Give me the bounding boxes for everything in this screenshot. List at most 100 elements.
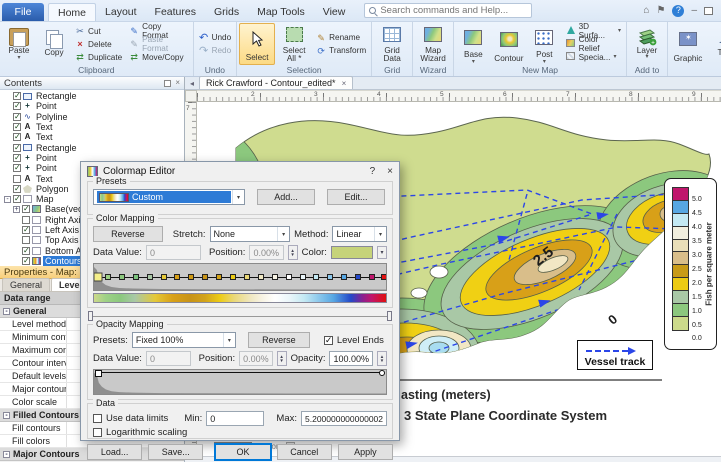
- add-preset-button[interactable]: Add...: [257, 189, 315, 205]
- document-tab[interactable]: Rick Crawford - Contour_edited* ×: [199, 76, 353, 89]
- chevron-down-icon[interactable]: ▾: [377, 246, 387, 259]
- restore-icon[interactable]: [704, 7, 713, 15]
- colormap-node[interactable]: [119, 274, 125, 280]
- undo-button[interactable]: ↶Undo: [196, 32, 235, 44]
- visibility-checkbox[interactable]: [13, 164, 21, 172]
- reverse-opacity-button[interactable]: Reverse: [248, 332, 310, 348]
- opacity-data-value-field[interactable]: 0: [146, 351, 191, 366]
- tab-grids[interactable]: Grids: [205, 3, 248, 21]
- visibility-checkbox[interactable]: [13, 144, 21, 152]
- colormap-node[interactable]: [161, 274, 167, 280]
- contour-map-button[interactable]: Contour: [492, 23, 526, 65]
- colormap-node[interactable]: [94, 273, 103, 282]
- visibility-checkbox[interactable]: [22, 216, 30, 224]
- paste-format-button[interactable]: ✎Paste Format: [126, 38, 190, 50]
- expander-icon[interactable]: -: [4, 196, 11, 203]
- close-icon[interactable]: ×: [175, 79, 180, 87]
- colormap-node[interactable]: [202, 274, 208, 280]
- position-field[interactable]: 0.00%: [249, 245, 283, 260]
- spinner-icon[interactable]: ▲▼: [288, 245, 298, 260]
- method-combo[interactable]: Linear ▾: [332, 226, 387, 242]
- tree-item-rectangle[interactable]: Rectangle: [0, 142, 184, 152]
- colormap-node[interactable]: [147, 274, 153, 280]
- move-copy-button[interactable]: ⇄Move/Copy: [126, 51, 190, 63]
- colormap-node[interactable]: [272, 274, 278, 280]
- presets-combo[interactable]: Custom ▾: [93, 189, 245, 205]
- visibility-checkbox[interactable]: [13, 92, 21, 100]
- transform-button[interactable]: ⟳Transform: [313, 45, 369, 57]
- opacity-value-field[interactable]: 100.00%: [329, 351, 373, 366]
- map-wizard-button[interactable]: Map Wizard: [415, 23, 451, 65]
- max-field[interactable]: 5.200000000000002: [301, 411, 387, 426]
- duplicate-button[interactable]: ⇄Duplicate: [72, 51, 125, 63]
- colormap-node[interactable]: [341, 274, 347, 280]
- tree-item-rectangle[interactable]: Rectangle: [0, 91, 184, 101]
- tree-item-text[interactable]: AText: [0, 122, 184, 132]
- layer-button[interactable]: + Layer ▾: [629, 23, 665, 65]
- tab-home[interactable]: Home: [48, 3, 96, 21]
- colormap-node[interactable]: [381, 274, 387, 280]
- visibility-checkbox[interactable]: [13, 102, 21, 110]
- colormap-node[interactable]: [258, 274, 264, 280]
- cancel-button[interactable]: Cancel: [277, 444, 332, 460]
- tab-scroll-left-icon[interactable]: ◂: [185, 79, 199, 89]
- opacity-position-field[interactable]: 0.00%: [239, 351, 273, 366]
- edit-preset-button[interactable]: Edit...: [327, 189, 385, 205]
- tree-item-text[interactable]: AText: [0, 132, 184, 142]
- spinner-icon[interactable]: ▲▼: [277, 351, 287, 366]
- colormap-node[interactable]: [369, 274, 375, 280]
- colormap-node[interactable]: [244, 274, 250, 280]
- tab-map-tools[interactable]: Map Tools: [248, 3, 314, 21]
- cut-button[interactable]: ✂Cut: [72, 25, 125, 37]
- tab-layout[interactable]: Layout: [96, 3, 146, 21]
- colormap-node[interactable]: [286, 274, 292, 280]
- visibility-checkbox[interactable]: [13, 185, 21, 193]
- colormap-node[interactable]: [355, 274, 361, 280]
- opacity-handle-left[interactable]: [95, 370, 102, 377]
- search-input[interactable]: [380, 5, 527, 16]
- visibility-checkbox[interactable]: [13, 123, 21, 131]
- apply-button[interactable]: Apply: [338, 444, 393, 460]
- help-icon[interactable]: ?: [672, 5, 684, 17]
- color-scale-legend[interactable]: 5.04.54.03.53.02.52.01.51.00.50.0 Fish p…: [664, 178, 717, 350]
- select-button[interactable]: Select: [239, 23, 275, 65]
- tab-view[interactable]: View: [314, 3, 355, 21]
- tab-close-icon[interactable]: ×: [342, 79, 347, 88]
- data-value-field[interactable]: 0: [146, 245, 201, 260]
- copy-button[interactable]: Copy: [37, 23, 71, 65]
- use-data-limits-checkbox[interactable]: [93, 414, 102, 423]
- load-button[interactable]: Load...: [87, 444, 142, 460]
- base-map-button[interactable]: Base ▾: [456, 23, 490, 65]
- visibility-checkbox[interactable]: [22, 205, 30, 213]
- rename-button[interactable]: ✎Rename: [313, 32, 369, 44]
- file-menu-button[interactable]: File: [2, 3, 44, 21]
- vessel-track-legend[interactable]: Vessel track: [577, 340, 653, 370]
- expander-icon[interactable]: -: [3, 412, 10, 419]
- visibility-checkbox[interactable]: [22, 257, 30, 265]
- ok-button[interactable]: OK: [215, 444, 270, 460]
- colormap-node[interactable]: [216, 274, 222, 280]
- reverse-colormap-button[interactable]: Reverse: [93, 226, 163, 242]
- colormap-node[interactable]: [230, 274, 236, 280]
- paste-button[interactable]: Paste ▾: [2, 23, 36, 65]
- insert-graphic-button[interactable]: Graphic: [670, 23, 706, 65]
- colormap-node[interactable]: [188, 274, 194, 280]
- minimize-icon[interactable]: –: [691, 6, 697, 16]
- min-field[interactable]: 0: [206, 411, 264, 426]
- expander-icon[interactable]: -: [3, 308, 10, 315]
- flag-icon[interactable]: ⚑: [656, 6, 665, 16]
- colormap-node-editor[interactable]: [93, 263, 387, 291]
- color-relief-button[interactable]: Color Relief: [563, 38, 624, 50]
- visibility-checkbox[interactable]: [13, 175, 21, 183]
- visibility-checkbox[interactable]: [13, 113, 21, 121]
- expander-icon[interactable]: -: [3, 451, 10, 458]
- level-ends-checkbox[interactable]: [324, 336, 333, 345]
- colormap-node[interactable]: [300, 274, 306, 280]
- slider-handle-right[interactable]: [387, 311, 392, 321]
- home-icon[interactable]: ⌂: [643, 6, 649, 16]
- node-color-swatch[interactable]: [331, 246, 373, 259]
- logarithmic-scaling-checkbox[interactable]: [93, 428, 102, 437]
- stretch-combo[interactable]: None ▾: [210, 226, 291, 242]
- visibility-checkbox[interactable]: [13, 154, 21, 162]
- visibility-checkbox[interactable]: [22, 247, 30, 255]
